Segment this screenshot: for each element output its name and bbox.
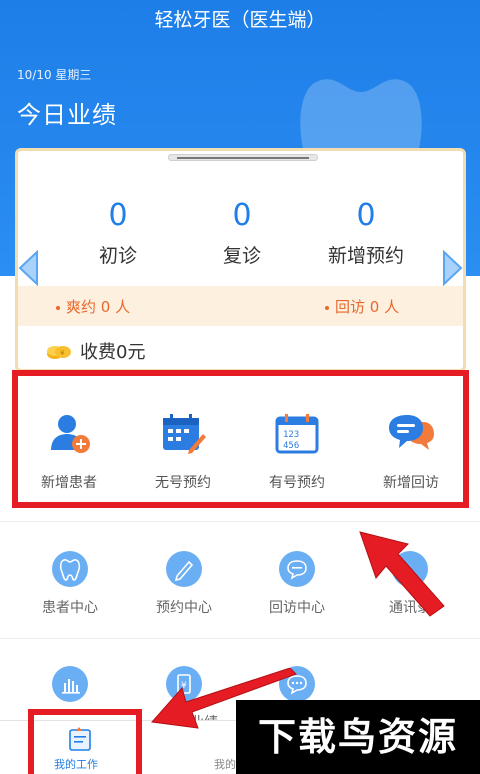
followup-count[interactable]: 回访 0 人: [325, 296, 399, 317]
divider: [0, 638, 480, 639]
tab-mine[interactable]: 我的: [214, 756, 236, 772]
fee-summary: ¥ 收费0元: [46, 338, 145, 364]
appointment-center-button[interactable]: 预约中心: [128, 551, 240, 617]
add-followup-button[interactable]: 新增回访: [355, 410, 467, 492]
app-title: 轻松牙医（医生端）: [154, 9, 326, 31]
followup-center-button[interactable]: 回访中心: [241, 551, 353, 617]
next-arrow-icon[interactable]: [442, 250, 464, 286]
stat-new-appointment[interactable]: 0 新增预约: [296, 199, 436, 268]
missed-count[interactable]: 爽约 0 人: [56, 296, 130, 317]
stat-first-visit[interactable]: 0 初诊: [48, 199, 188, 268]
page-title: 今日业绩: [17, 101, 117, 129]
appointment-with-number-button[interactable]: 123 456 有号预约: [241, 410, 353, 492]
pencil-icon: [166, 551, 202, 587]
patient-center-button[interactable]: 患者中心: [14, 551, 126, 617]
statistics-button[interactable]: [14, 666, 126, 702]
divider: [0, 521, 480, 522]
chat-bubbles-icon: [389, 415, 434, 450]
status-strip: 爽约 0 人 回访 0 人: [18, 286, 463, 326]
stat-revisit[interactable]: 0 复诊: [172, 199, 312, 268]
watermark-banner: 下载鸟资源: [236, 700, 480, 774]
add-patient-button[interactable]: 新增患者: [13, 410, 125, 492]
stats-card[interactable]: 0 初诊 0 复诊 0 新增预约 爽约 0 人 回访 0 人 ¥ 收费0元: [15, 148, 466, 372]
calendar-number-icon: 123 456: [275, 414, 319, 454]
appointment-no-number-button[interactable]: 无号预约: [127, 410, 239, 492]
date-label: 10/10 星期三: [17, 68, 92, 82]
bullet-icon: [56, 305, 60, 310]
svg-text:456: 456: [283, 441, 299, 451]
svg-text:123: 123: [283, 430, 299, 440]
bullet-icon: [325, 305, 329, 310]
tooth-icon: [52, 551, 88, 587]
tab-highlight: [28, 709, 142, 774]
calendar-edit-icon: [163, 414, 206, 454]
card-handle: [168, 154, 318, 161]
bar-chart-icon: [52, 666, 88, 702]
annotation-arrow-up-icon: [359, 531, 445, 617]
svg-text:¥: ¥: [60, 349, 65, 357]
chat-icon: [279, 551, 315, 587]
prev-arrow-icon[interactable]: [17, 250, 39, 286]
coin-icon: ¥: [46, 342, 72, 360]
add-patient-icon: [51, 415, 90, 453]
